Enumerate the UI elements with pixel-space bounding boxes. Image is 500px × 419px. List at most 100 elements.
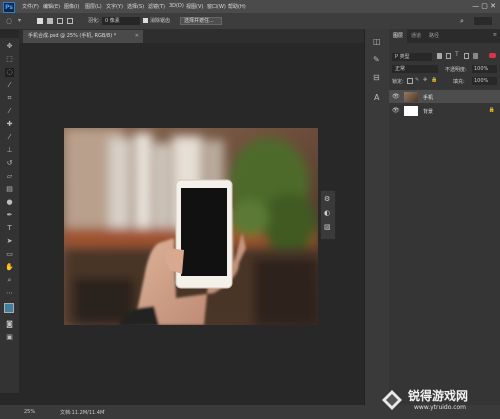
feather-input[interactable]: 0 像素 (102, 17, 140, 25)
hand-tool-icon[interactable]: ✋ (5, 263, 14, 272)
subtract-selection-icon[interactable] (57, 18, 63, 24)
layer-thumbnail (404, 92, 418, 102)
collapsed-panels-strip: ◫ ✎ ⊟ A (364, 29, 390, 405)
search-icon[interactable]: ⌕ (460, 17, 464, 25)
document-image[interactable] (64, 128, 318, 325)
magic-wand-icon[interactable]: ⁄ (5, 81, 14, 90)
menu-edit[interactable]: 编辑(E) (43, 3, 60, 10)
document-tab[interactable]: 手机合成.psd @ 25% (手机, RGB/8) * ✕ (23, 30, 143, 43)
lock-icon: 🔒 (488, 107, 495, 113)
menu-type[interactable]: 文字(Y) (106, 3, 123, 10)
lock-transparent-icon[interactable] (407, 78, 413, 84)
intersect-selection-icon[interactable] (67, 18, 73, 24)
lasso-tool-icon[interactable]: ◌ (5, 68, 14, 77)
panel-tab-bar: 图层 通道 路径 ≡ (389, 29, 500, 43)
more-tools-icon[interactable]: ⋯ (5, 289, 14, 298)
watermark-brand: 锐得游戏网 (408, 389, 469, 403)
character-icon[interactable]: A (374, 93, 379, 102)
zoom-level[interactable]: 25% (24, 409, 35, 415)
tab-layers[interactable]: 图层 (389, 29, 407, 43)
layer-row-background[interactable]: 👁 背景 🔒 (389, 104, 500, 117)
document-tab-title: 手机合成.psd @ 25% (手机, RGB/8) * (28, 33, 117, 39)
lock-pixels-icon[interactable]: ✎ (415, 77, 419, 83)
history-brush-icon[interactable]: ↺ (5, 159, 14, 168)
visibility-eye-icon[interactable]: 👁 (392, 93, 400, 100)
menu-window[interactable]: 窗口(W) (207, 3, 226, 10)
tab-channels[interactable]: 通道 (411, 29, 421, 43)
layer-thumbnail (404, 106, 418, 116)
antialias-checkbox[interactable] (143, 18, 148, 23)
phone-in-hand-image (64, 128, 318, 325)
foreground-color-swatch[interactable] (4, 303, 14, 313)
tab-paths[interactable]: 路径 (429, 29, 439, 43)
filter-adjustment-icon[interactable] (446, 53, 451, 59)
type-tool-icon[interactable]: T (5, 224, 14, 233)
lock-all-icon[interactable]: 🔒 (431, 77, 437, 83)
close-tab-icon[interactable]: ✕ (135, 30, 139, 43)
move-tool-icon[interactable]: ✥ (5, 42, 14, 51)
menu-bar: Ps 文件(F) 编辑(E) 图像(I) 图层(L) 文字(Y) 选择(S) 滤… (0, 0, 500, 13)
healing-brush-icon[interactable]: ✚ (5, 120, 14, 129)
rectangle-tool-icon[interactable]: ▭ (5, 250, 14, 259)
select-and-mask-button[interactable]: 选择并遮住... (180, 17, 222, 25)
lock-label: 锁定: (392, 79, 404, 85)
brush-tool-icon[interactable]: ⁄ (5, 133, 14, 142)
lasso-tool-icon[interactable]: ◌ (6, 17, 12, 25)
mask-icon[interactable]: ◐ (324, 209, 330, 217)
document-info[interactable]: 文档:11.2M/11.4M (60, 409, 104, 416)
dodge-tool-icon[interactable]: ● (5, 198, 14, 207)
new-selection-icon[interactable] (37, 18, 43, 24)
antialias-label: 消除锯齿 (150, 18, 171, 24)
filter-shape-icon[interactable] (464, 53, 469, 59)
adjustments-icon[interactable]: ⚙ (324, 195, 330, 203)
layer-name[interactable]: 背景 (423, 108, 433, 115)
marquee-tool-icon[interactable]: ⬚ (5, 55, 14, 64)
eyedropper-icon[interactable]: ⁄ (5, 107, 14, 116)
eraser-tool-icon[interactable]: ▱ (5, 172, 14, 181)
menu-3d[interactable]: 3D(D) (169, 3, 184, 9)
clone-stamp-icon[interactable]: ⊥ (5, 146, 14, 155)
lock-position-icon[interactable]: ✥ (423, 77, 427, 83)
layer-kind-filter[interactable]: P 类型 (392, 53, 432, 61)
filter-smart-object-icon[interactable] (473, 53, 478, 59)
opacity-input[interactable]: 100% (472, 65, 497, 73)
fill-label: 填充: (453, 79, 465, 85)
path-select-icon[interactable]: ➤ (5, 237, 14, 246)
menu-filter[interactable]: 滤镜(T) (148, 3, 165, 10)
image-icon[interactable]: ▨ (324, 223, 331, 231)
options-bar: ◌ ▾ 羽化: 0 像素 消除锯齿 选择并遮住... ⌕ (0, 13, 500, 30)
watermark-logo-icon (382, 390, 402, 410)
menu-layer[interactable]: 图层(L) (85, 3, 102, 10)
fill-input[interactable]: 100% (472, 77, 497, 85)
zoom-tool-icon[interactable]: ⌕ (5, 276, 14, 285)
filter-type-icon[interactable]: T (455, 51, 459, 58)
properties-mini-panel: ⚙ ◐ ▨ (320, 190, 336, 240)
menu-image[interactable]: 图像(I) (64, 3, 79, 10)
workspace-select[interactable] (474, 17, 492, 25)
feather-label: 羽化: (88, 18, 100, 24)
quick-mask-icon[interactable]: ◙ (5, 320, 14, 329)
layer-row-phone[interactable]: 👁 手机 (389, 90, 500, 103)
pen-tool-icon[interactable]: ✒ (5, 211, 14, 220)
filter-toggle-switch[interactable] (489, 53, 496, 58)
add-selection-icon[interactable] (47, 18, 53, 24)
photoshop-logo: Ps (3, 2, 15, 13)
filter-pixel-icon[interactable] (437, 53, 442, 59)
chevron-right-icon[interactable]: › (103, 408, 105, 414)
panel-menu-icon[interactable]: ≡ (493, 32, 497, 38)
screen-mode-icon[interactable]: ▣ (5, 333, 14, 342)
window-controls[interactable]: — ▢ ✕ (472, 2, 496, 10)
layer-name[interactable]: 手机 (423, 94, 433, 101)
visibility-eye-icon[interactable]: 👁 (392, 107, 400, 114)
gradient-tool-icon[interactable]: ▤ (5, 185, 14, 194)
menu-help[interactable]: 帮助(H) (228, 3, 246, 10)
history-icon[interactable]: ◫ (373, 37, 381, 46)
blend-mode-select[interactable]: 正常 (392, 65, 438, 73)
brush-settings-icon[interactable]: ✎ (373, 55, 380, 64)
chevron-down-icon[interactable]: ▾ (18, 17, 21, 25)
menu-select[interactable]: 选择(S) (127, 3, 144, 10)
swatches-icon[interactable]: ⊟ (373, 73, 380, 82)
menu-file[interactable]: 文件(F) (22, 3, 39, 10)
crop-tool-icon[interactable]: ⌗ (5, 94, 14, 103)
menu-view[interactable]: 视图(V) (186, 3, 203, 10)
